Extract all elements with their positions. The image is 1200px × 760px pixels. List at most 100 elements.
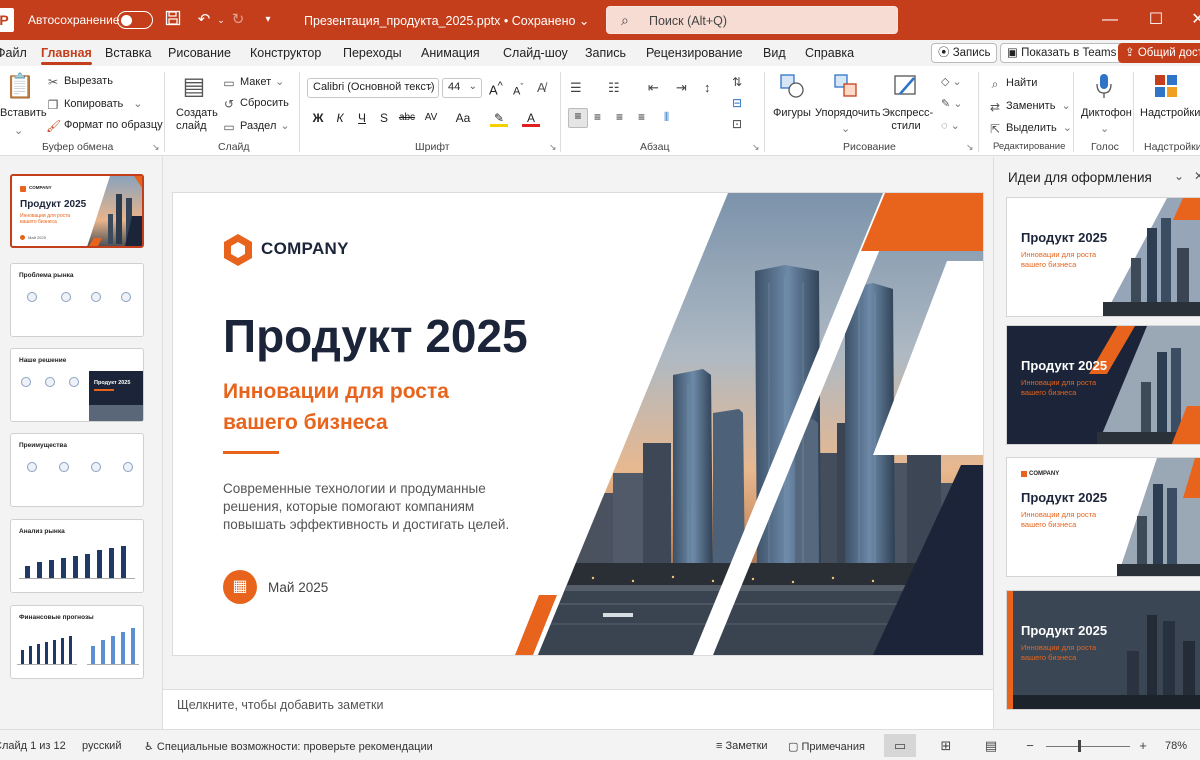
cut-button[interactable]: ✂ Вырезать: [46, 75, 113, 89]
shape-fill-icon[interactable]: ◇ ⌄: [941, 75, 962, 88]
replace-button[interactable]: ⇄ Заменить ⌄: [988, 99, 1071, 114]
zoom-out-icon[interactable]: −: [1020, 734, 1040, 757]
underline-button[interactable]: Ч: [353, 109, 371, 127]
paste-button[interactable]: Вставить: [0, 107, 47, 119]
shapes-button[interactable]: Фигуры: [773, 107, 811, 119]
zoom-in-icon[interactable]: +: [1133, 734, 1153, 757]
drawing-launcher-icon[interactable]: ↘: [966, 142, 974, 153]
tab-help[interactable]: Справка: [805, 46, 854, 60]
reset-button[interactable]: ↺ Сбросить: [222, 97, 289, 111]
slide-thumbnail-2[interactable]: Проблема рынка: [10, 263, 144, 337]
design-idea-4[interactable]: Продукт 2025 Инновации для роста вашего …: [1006, 590, 1200, 710]
present-in-teams-button[interactable]: ▣ Показать в Teams: [1000, 43, 1124, 63]
increase-indent-icon[interactable]: ⇥: [676, 80, 687, 96]
slide-thumbnail-6[interactable]: Финансовые прогнозы: [10, 605, 144, 679]
normal-view-icon[interactable]: ▭: [884, 734, 916, 757]
microphone-icon[interactable]: [1088, 72, 1120, 102]
decrease-font-icon[interactable]: Aˇ: [513, 82, 523, 98]
font-name-select[interactable]: Calibri (Основной текст) ⌄: [307, 78, 439, 98]
slide-thumbnail-4[interactable]: Преимущества: [10, 433, 144, 507]
font-size-select[interactable]: 44 ⌄: [442, 78, 482, 98]
change-case-button[interactable]: Aa: [454, 109, 472, 127]
tab-home[interactable]: Главная: [41, 46, 92, 65]
share-button[interactable]: ⇪ Общий доступ: [1118, 43, 1200, 63]
shape-outline-icon[interactable]: ✎ ⌄: [941, 97, 963, 110]
format-painter-button[interactable]: 🖌 Формат по образцу: [46, 119, 163, 133]
align-center-icon[interactable]: ≡: [594, 110, 601, 124]
design-idea-1[interactable]: Продукт 2025 Инновации для роста вашего …: [1006, 197, 1200, 317]
slide-date[interactable]: Май 2025: [268, 580, 328, 595]
arrange-button[interactable]: Упорядочить: [815, 107, 880, 119]
document-title[interactable]: Презентация_продукта_2025.pptx • Сохране…: [304, 13, 589, 28]
columns-icon[interactable]: ⫴: [664, 110, 669, 125]
zoom-slider[interactable]: [1046, 746, 1130, 747]
font-launcher-icon[interactable]: ↘: [549, 142, 557, 153]
char-spacing-button[interactable]: AV: [422, 109, 440, 127]
slide-description[interactable]: Современные технологии и продуманные реш…: [223, 480, 513, 534]
align-text-icon[interactable]: ⊟: [732, 96, 742, 110]
new-slide-button[interactable]: Создать слайд: [176, 107, 218, 133]
clipboard-launcher-icon[interactable]: ↘: [152, 142, 160, 153]
addins-button[interactable]: Надстройки: [1140, 107, 1200, 119]
tab-design[interactable]: Конструктор: [250, 46, 321, 60]
arrange-dropdown-icon[interactable]: ⌄: [841, 122, 850, 135]
clear-format-icon[interactable]: A̸: [537, 80, 546, 95]
close-icon[interactable]: ✕: [1183, 8, 1200, 32]
paste-dropdown-icon[interactable]: ⌄: [14, 124, 23, 137]
notes-toggle[interactable]: ≡ Заметки: [716, 740, 768, 752]
zoom-level[interactable]: 78%: [1165, 740, 1187, 752]
italic-button[interactable]: К: [331, 109, 349, 127]
zoom-slider-thumb[interactable]: [1078, 740, 1081, 752]
font-color-icon[interactable]: A: [522, 109, 540, 127]
align-left-icon[interactable]: ≡: [568, 108, 588, 128]
tab-transitions[interactable]: Переходы: [343, 46, 402, 60]
select-button[interactable]: ⇱ Выделить ⌄: [988, 121, 1072, 136]
bullets-icon[interactable]: ☰: [570, 80, 582, 96]
layout-button[interactable]: ▭ Макет ⌄: [222, 75, 284, 90]
bold-button[interactable]: Ж: [309, 109, 327, 127]
justify-icon[interactable]: ≡: [638, 110, 645, 124]
shapes-icon[interactable]: [776, 72, 808, 102]
text-direction-icon[interactable]: ⇅: [732, 75, 742, 89]
quick-styles-button[interactable]: Экспресс-стили: [882, 107, 933, 133]
smartart-icon[interactable]: ⊡: [732, 117, 742, 131]
notes-pane[interactable]: Щелкните, чтобы добавить заметки: [163, 689, 993, 729]
minimize-icon[interactable]: —: [1095, 8, 1125, 32]
tab-insert[interactable]: Вставка: [105, 46, 151, 60]
redo-icon[interactable]: ↻: [228, 10, 248, 30]
shape-effects-icon[interactable]: ◌ ⌄: [941, 119, 960, 132]
tab-review[interactable]: Рецензирование: [646, 46, 743, 60]
maximize-icon[interactable]: ☐: [1141, 8, 1171, 32]
design-idea-3[interactable]: COMPANY Продукт 2025 Инновации для роста…: [1006, 457, 1200, 577]
slide-subtitle[interactable]: Инновации для роста вашего бизнеса: [223, 376, 523, 438]
slide-thumbnail-1[interactable]: COMPANY Продукт 2025 Инновации для роста…: [10, 174, 144, 248]
tab-view[interactable]: Вид: [763, 46, 786, 60]
new-slide-icon[interactable]: ▤: [178, 72, 210, 102]
slide-thumbnail-3[interactable]: Наше решение Продукт 2025: [10, 348, 144, 422]
record-button[interactable]: ⦿ Запись: [931, 43, 998, 63]
section-button[interactable]: ▭ Раздел ⌄: [222, 119, 289, 134]
paste-icon[interactable]: 📋: [4, 72, 36, 102]
numbering-icon[interactable]: ☷: [608, 80, 620, 96]
find-button[interactable]: ⌕ Найти: [988, 77, 1038, 91]
copy-button[interactable]: ❐ Копировать ⌄: [46, 97, 143, 112]
accessibility-check[interactable]: ♿ Специальные возможности: проверьте рек…: [144, 740, 433, 753]
close-pane-icon[interactable]: ✕: [1194, 169, 1200, 183]
chevron-down-icon[interactable]: ⌄: [1174, 169, 1184, 183]
tab-file[interactable]: Файл: [0, 46, 27, 60]
highlight-color-icon[interactable]: ✎: [490, 109, 508, 127]
tab-record[interactable]: Запись: [585, 46, 626, 60]
arrange-icon[interactable]: [830, 72, 862, 102]
search-box[interactable]: ⌕ Поиск (Alt+Q): [606, 6, 898, 34]
slide-sorter-icon[interactable]: ⊞: [930, 734, 962, 757]
notes-placeholder[interactable]: Щелкните, чтобы добавить заметки: [177, 698, 383, 712]
dictate-button[interactable]: Диктофон: [1081, 107, 1132, 119]
save-icon[interactable]: [163, 10, 183, 30]
strikethrough-button[interactable]: abc: [398, 109, 416, 127]
dictate-dropdown-icon[interactable]: ⌄: [1100, 122, 1109, 135]
tab-draw[interactable]: Рисование: [168, 46, 231, 60]
customize-qat-icon[interactable]: ▾: [258, 10, 278, 30]
line-spacing-icon[interactable]: ↕: [704, 80, 711, 95]
current-slide[interactable]: COMPANY Продукт 2025 Инновации для роста…: [173, 193, 983, 655]
tab-slideshow[interactable]: Слайд-шоу: [503, 46, 568, 60]
